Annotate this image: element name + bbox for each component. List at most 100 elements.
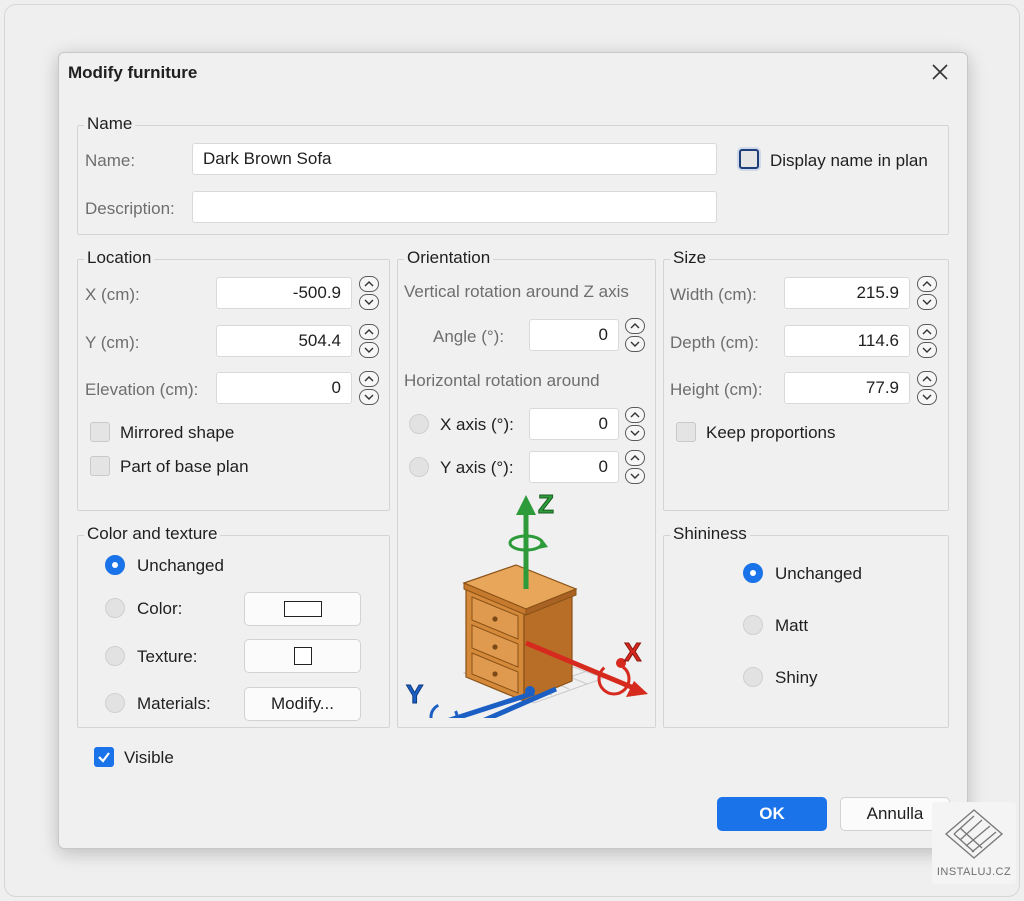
spin-down-icon[interactable] xyxy=(917,342,937,358)
color-unchanged-label: Unchanged xyxy=(137,556,224,575)
depth-spinner[interactable] xyxy=(917,324,937,358)
description-label: Description: xyxy=(85,199,175,218)
size-group-label: Size xyxy=(670,248,710,268)
height-label: Height (cm): xyxy=(670,380,763,399)
x-input[interactable]: -500.9 xyxy=(216,277,352,309)
y-axis-radio[interactable] xyxy=(409,457,429,477)
vertical-rotation-label: Vertical rotation around Z axis xyxy=(404,282,629,301)
modify-furniture-dialog: Modify furniture Name Name: Dark Brown S… xyxy=(58,52,968,849)
spin-up-icon[interactable] xyxy=(625,407,645,423)
ok-button[interactable]: OK xyxy=(717,797,827,831)
instaluj-logo-icon xyxy=(944,809,1004,859)
horizontal-rotation-label: Horizontal rotation around xyxy=(404,371,600,390)
spin-down-icon[interactable] xyxy=(625,425,645,441)
color-unchanged-radio[interactable] xyxy=(105,555,125,575)
width-label: Width (cm): xyxy=(670,285,757,304)
shininess-group-label: Shininess xyxy=(670,524,750,544)
keep-proportions-checkbox[interactable] xyxy=(676,422,696,442)
spin-down-icon[interactable] xyxy=(625,468,645,484)
y-label: Y (cm): xyxy=(85,333,140,352)
spin-up-icon[interactable] xyxy=(917,324,937,340)
x-axis-radio[interactable] xyxy=(409,414,429,434)
spin-down-icon[interactable] xyxy=(359,342,379,358)
x-axis-spinner[interactable] xyxy=(625,407,645,441)
height-input[interactable]: 77.9 xyxy=(784,372,910,404)
orientation-group-label: Orientation xyxy=(404,248,494,268)
spin-down-icon[interactable] xyxy=(359,389,379,405)
spin-down-icon[interactable] xyxy=(359,294,379,310)
color-label: Color: xyxy=(137,599,183,618)
visible-label: Visible xyxy=(124,748,174,767)
description-input[interactable] xyxy=(192,191,717,223)
spin-up-icon[interactable] xyxy=(625,450,645,466)
close-button[interactable] xyxy=(925,57,955,87)
spin-down-icon[interactable] xyxy=(625,336,645,352)
angle-spinner[interactable] xyxy=(625,318,645,352)
name-group-label: Name xyxy=(84,114,136,134)
angle-input[interactable]: 0 xyxy=(529,319,619,351)
spin-up-icon[interactable] xyxy=(917,371,937,387)
svg-text:X: X xyxy=(624,637,642,667)
mirrored-checkbox[interactable] xyxy=(90,422,110,442)
display-name-checkbox[interactable] xyxy=(739,149,759,169)
color-radio[interactable] xyxy=(105,598,125,618)
texture-radio[interactable] xyxy=(105,646,125,666)
rotation-axes-furniture-icon: Z X Y xyxy=(406,493,648,718)
x-axis-label: X axis (°): xyxy=(440,415,514,434)
visible-checkbox[interactable] xyxy=(94,747,114,767)
depth-label: Depth (cm): xyxy=(670,333,759,352)
texture-label: Texture: xyxy=(137,647,198,666)
y-input[interactable]: 504.4 xyxy=(216,325,352,357)
spin-up-icon[interactable] xyxy=(625,318,645,334)
spin-down-icon[interactable] xyxy=(917,389,937,405)
svg-text:Z: Z xyxy=(538,493,554,519)
y-axis-input[interactable]: 0 xyxy=(529,451,619,483)
spin-up-icon[interactable] xyxy=(359,371,379,387)
y-axis-spinner[interactable] xyxy=(625,450,645,484)
height-spinner[interactable] xyxy=(917,371,937,405)
close-icon xyxy=(932,64,948,80)
base-plan-label: Part of base plan xyxy=(120,457,249,476)
depth-input[interactable]: 114.6 xyxy=(784,325,910,357)
elevation-label: Elevation (cm): xyxy=(85,380,199,399)
matt-radio[interactable] xyxy=(743,615,763,635)
keep-proportions-label: Keep proportions xyxy=(706,423,836,442)
watermark-logo: INSTALUJ.CZ xyxy=(932,802,1016,884)
shiny-radio[interactable] xyxy=(743,667,763,687)
elevation-input[interactable]: 0 xyxy=(216,372,352,404)
spin-down-icon[interactable] xyxy=(917,294,937,310)
modify-materials-button[interactable]: Modify... xyxy=(244,687,361,721)
shininess-unchanged-radio[interactable] xyxy=(743,563,763,583)
shininess-unchanged-label: Unchanged xyxy=(775,564,862,583)
base-plan-checkbox[interactable] xyxy=(90,456,110,476)
materials-radio[interactable] xyxy=(105,693,125,713)
color-swatch-icon xyxy=(283,601,322,617)
spin-up-icon[interactable] xyxy=(359,276,379,292)
spin-up-icon[interactable] xyxy=(359,324,379,340)
angle-label: Angle (°): xyxy=(433,327,505,346)
shiny-label: Shiny xyxy=(775,668,818,687)
color-texture-group-label: Color and texture xyxy=(84,524,221,544)
display-name-label: Display name in plan xyxy=(770,151,928,170)
spin-up-icon[interactable] xyxy=(917,276,937,292)
y-axis-label: Y axis (°): xyxy=(440,458,514,477)
checkmark-icon xyxy=(98,752,110,763)
name-input[interactable]: Dark Brown Sofa xyxy=(192,143,717,175)
matt-label: Matt xyxy=(775,616,809,635)
name-label: Name: xyxy=(85,151,136,170)
texture-button[interactable] xyxy=(244,639,361,673)
x-axis-input[interactable]: 0 xyxy=(529,408,619,440)
watermark-text: INSTALUJ.CZ xyxy=(936,866,1012,878)
mirrored-label: Mirrored shape xyxy=(120,423,235,442)
materials-label: Materials: xyxy=(137,694,211,713)
x-label: X (cm): xyxy=(85,285,140,304)
location-group-label: Location xyxy=(84,248,155,268)
color-button[interactable] xyxy=(244,592,361,626)
texture-swatch-icon xyxy=(293,647,312,665)
x-spinner[interactable] xyxy=(359,276,379,310)
elevation-spinner[interactable] xyxy=(359,371,379,405)
width-spinner[interactable] xyxy=(917,276,937,310)
width-input[interactable]: 215.9 xyxy=(784,277,910,309)
dialog-title: Modify furniture xyxy=(68,63,198,82)
y-spinner[interactable] xyxy=(359,324,379,358)
